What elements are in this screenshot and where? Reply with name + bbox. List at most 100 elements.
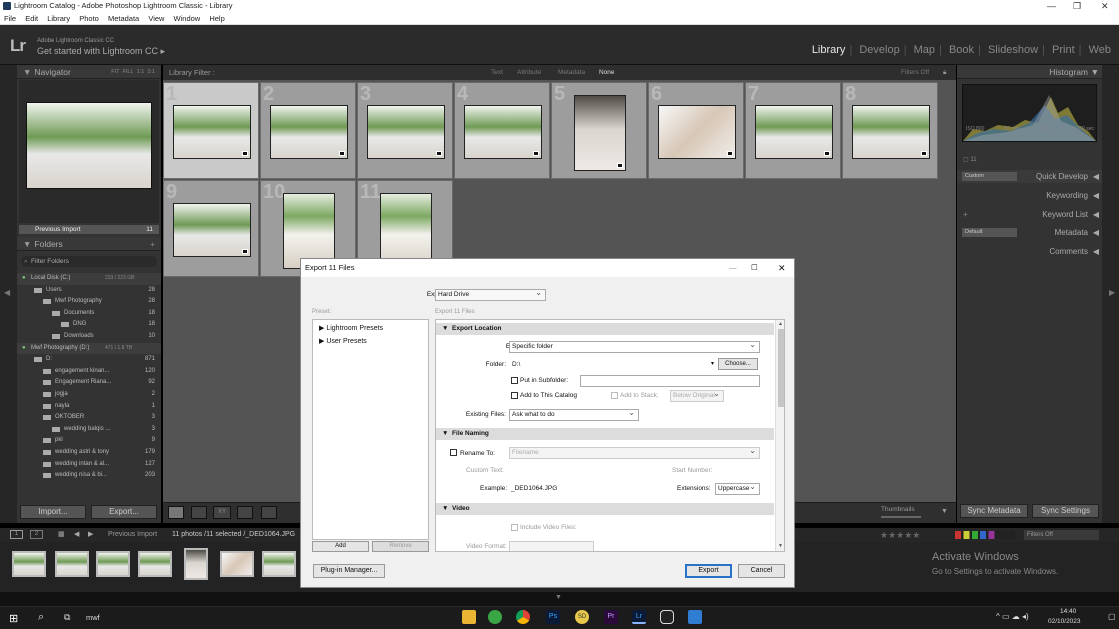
back-arrow-icon[interactable]: ◀ xyxy=(74,528,79,542)
grid-cell[interactable]: 8 xyxy=(842,82,938,179)
search-icon[interactable]: ⌕ xyxy=(38,611,44,624)
quick-develop-header[interactable]: Custom Quick Develop ◀ xyxy=(957,170,1102,183)
taskbar-search-text[interactable]: mwf xyxy=(86,613,100,622)
quick-develop-preset[interactable]: Custom xyxy=(962,172,1017,181)
include-video-checkbox[interactable] xyxy=(511,524,518,531)
metadata-preset[interactable]: Default xyxy=(962,228,1017,237)
grid-cell[interactable]: 4 xyxy=(454,82,550,179)
filmstrip-thumbnail[interactable] xyxy=(12,551,46,577)
rename-checkbox[interactable] xyxy=(450,449,457,456)
photo-thumbnail[interactable] xyxy=(367,105,445,159)
photo-thumbnail[interactable] xyxy=(464,105,542,159)
windows-start-icon[interactable]: ⊞ xyxy=(9,612,18,625)
module-book[interactable]: Book xyxy=(949,44,974,56)
menu-edit[interactable]: Edit xyxy=(25,14,38,23)
folder-path[interactable]: D:\ xyxy=(509,359,716,371)
filmstrip-thumbnail[interactable] xyxy=(138,551,172,577)
add-to-stack-checkbox[interactable] xyxy=(611,392,618,399)
photo-thumbnail[interactable] xyxy=(173,203,251,257)
menu-file[interactable]: File xyxy=(4,14,16,23)
export-location-header[interactable]: ▼ Export Location xyxy=(436,323,774,335)
folder-item[interactable]: Users 28 xyxy=(17,285,161,297)
grid-cell[interactable]: 3 xyxy=(357,82,453,179)
folder-item[interactable]: Mwf Photography 28 xyxy=(17,296,161,308)
filter-attribute[interactable]: Attribute xyxy=(517,65,541,80)
folders-header[interactable]: ▼ Folders + xyxy=(17,237,161,251)
add-preset-button[interactable]: Add xyxy=(312,541,369,552)
subfolder-checkbox[interactable] xyxy=(511,377,518,384)
folder-item[interactable]: Documents 18 xyxy=(17,308,161,320)
filmstrip-toggle-icon[interactable]: ▼ xyxy=(555,594,562,601)
filmstrip-filters-dropdown[interactable]: Filters Off xyxy=(1024,530,1099,540)
choose-folder-button[interactable]: Choose... xyxy=(718,358,758,370)
color-label-filter[interactable] xyxy=(955,531,1015,539)
histogram-chart[interactable]: ISO 800 50 mm f / 2.0 1/200 sec xyxy=(962,84,1097,142)
loupe-view-icon[interactable] xyxy=(191,506,207,519)
folder-dropdown-icon[interactable]: ▾ xyxy=(711,360,714,367)
grid-cell[interactable]: 2 xyxy=(260,82,356,179)
scroll-down-icon[interactable]: ▼ xyxy=(778,543,783,549)
system-tray-icons[interactable]: ^ ▭ ☁ ◂) xyxy=(996,612,1029,621)
export-button[interactable]: Export... xyxy=(91,505,157,519)
filmstrip-thumbnail[interactable] xyxy=(96,551,130,577)
forward-arrow-icon[interactable]: ▶ xyxy=(88,528,93,542)
photo-thumbnail[interactable] xyxy=(852,105,930,159)
keyword-list-header[interactable]: + Keyword List ◀ xyxy=(957,208,1102,221)
stack-position-dropdown[interactable]: Below Original xyxy=(670,389,724,402)
photos-app-icon[interactable] xyxy=(688,610,702,624)
grid-cell[interactable]: 1 xyxy=(163,82,259,179)
existing-files-dropdown[interactable]: Ask what to do xyxy=(509,408,639,421)
secondary-display-button[interactable]: 2 xyxy=(30,530,43,539)
folder-item[interactable]: pkl 9 xyxy=(17,435,161,447)
catalog-previous-import[interactable]: Previous Import 11 xyxy=(19,225,159,234)
menu-library[interactable]: Library xyxy=(47,14,70,23)
grid-cell[interactable]: 7 xyxy=(745,82,841,179)
compare-view-icon[interactable]: XY xyxy=(213,506,231,519)
extensions-dropdown[interactable]: Uppercase xyxy=(715,482,760,495)
filter-metadata[interactable]: Metadata xyxy=(558,65,585,80)
cancel-button[interactable]: Cancel xyxy=(738,564,785,578)
histogram-header[interactable]: Histogram ▼ xyxy=(957,65,1102,79)
filmstrip-thumbnail[interactable] xyxy=(55,551,89,577)
people-view-icon[interactable] xyxy=(261,506,277,519)
location-export-to-dropdown[interactable]: Specific folder xyxy=(509,340,760,353)
chrome-icon[interactable] xyxy=(516,610,530,624)
sync-settings-button[interactable]: Sync Settings xyxy=(1032,504,1099,518)
grid-cell[interactable]: 9 xyxy=(163,180,259,277)
folder-item[interactable]: wedding balqis ... 3 xyxy=(17,424,161,436)
sd-app-icon[interactable]: SD xyxy=(575,610,589,624)
filter-folders-input[interactable]: ⌕ Filter Folders xyxy=(21,256,157,267)
dialog-maximize-icon[interactable]: ☐ xyxy=(751,259,758,277)
folder-item[interactable]: DNG 18 xyxy=(17,319,161,331)
grid-cell[interactable]: 6 xyxy=(648,82,744,179)
minimize-icon[interactable]: — xyxy=(1047,0,1056,12)
photoshop-icon[interactable]: Ps xyxy=(546,610,560,624)
photo-thumbnail[interactable] xyxy=(658,105,736,159)
plugin-manager-button[interactable]: Plug-in Manager... xyxy=(313,564,385,578)
zoom-fit[interactable]: FIT xyxy=(111,69,119,75)
notification-icon[interactable]: ▢ xyxy=(1108,612,1116,621)
import-button[interactable]: Import... xyxy=(20,505,86,519)
comments-header[interactable]: Comments ◀ xyxy=(957,245,1102,258)
volume-row[interactable]: ● Local Disk (C:) 233 / 223 GB xyxy=(17,273,161,285)
folder-item[interactable]: Downloads 10 xyxy=(17,331,161,343)
add-to-catalog-checkbox[interactable] xyxy=(511,392,518,399)
rating-filter-stars[interactable]: ★★★★★ xyxy=(880,528,920,542)
menu-help[interactable]: Help xyxy=(209,14,224,23)
folder-item[interactable]: wedding astri & tony 179 xyxy=(17,447,161,459)
folder-item[interactable]: Engagement Riana... 92 xyxy=(17,377,161,389)
module-develop[interactable]: Develop xyxy=(859,44,899,56)
navigator-header[interactable]: ▼ Navigator FIT FILL 1:1 3:1 xyxy=(17,65,161,79)
export-to-dropdown[interactable]: Hard Drive xyxy=(435,288,546,301)
grid-cell[interactable]: 5 xyxy=(551,82,647,179)
photo-thumbnail[interactable] xyxy=(755,105,833,159)
user-presets-folder[interactable]: ▶ User Presets xyxy=(319,337,367,345)
metadata-header[interactable]: Default Metadata ◀ xyxy=(957,226,1102,239)
rename-template-dropdown[interactable]: Filename xyxy=(509,446,760,459)
folder-item[interactable]: engagement kinan... 120 xyxy=(17,366,161,378)
scroll-thumb[interactable] xyxy=(778,329,784,407)
premiere-icon[interactable]: Pr xyxy=(604,610,618,624)
folder-item[interactable]: jogja 2 xyxy=(17,389,161,401)
task-view-icon[interactable]: ⧉ xyxy=(64,612,70,623)
export-submit-button[interactable]: Export xyxy=(685,564,732,578)
